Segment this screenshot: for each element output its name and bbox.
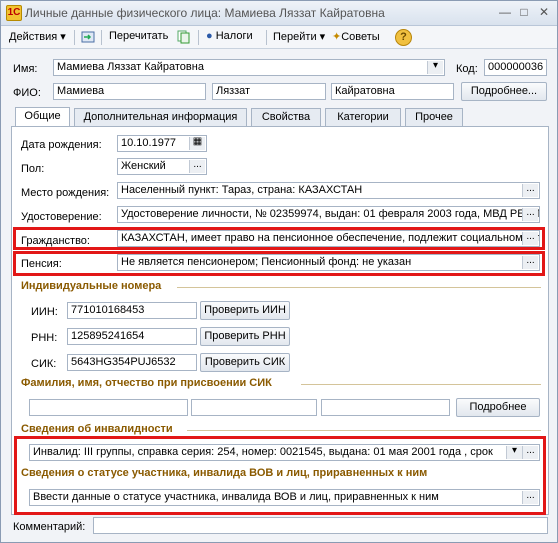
actions-menu[interactable]: Действия ▾ [9,30,66,43]
main-window: 1C Личные данные физического лица: Мамие… [0,0,558,543]
name-field[interactable]: Мамиева Ляззат Кайратовна ▾ [53,59,445,76]
citizenship-highlight [13,227,545,250]
tab-properties[interactable]: Свойства [251,108,321,126]
id-doc-value: Удостоверение личности, № 02359974, выда… [121,208,539,220]
birth-date-label: Дата рождения: [21,139,102,151]
sik-first-name-field[interactable] [191,399,317,416]
surname-field[interactable]: Мамиева [53,83,206,100]
birthplace-value: Населенный пункт: Тараз, страна: КАЗАХСТ… [121,184,363,196]
goto-label: Перейти [273,31,317,43]
disability-title: Сведения об инвалидности [21,423,173,435]
sik-patronymic-field[interactable] [321,399,450,416]
reread-button[interactable]: Перечитать [109,30,168,42]
taxes-label: Налоги [215,30,253,42]
sik-name-title: Фамилия, имя, отчество при присвоении СИ… [21,377,272,389]
patronymic-field[interactable]: Кайратовна [331,83,454,100]
rnn-label: РНН: [31,332,58,344]
birth-date-field[interactable]: 10.10.1977 ▦ [117,135,207,152]
chevron-down-icon: ▾ [319,31,326,43]
dropdown-arrow-icon[interactable]: ▾ [427,61,443,74]
disability-veteran-highlight [14,436,546,515]
copy-button[interactable] [177,30,191,44]
iin-field[interactable]: 771010168453 [67,302,197,319]
rnn-field[interactable]: 125895241654 [67,328,197,345]
section-divider [187,430,541,431]
tips-label: Советы [341,31,380,43]
select-dots-icon[interactable]: ... [522,184,538,197]
calendar-icon[interactable]: ▦ [189,137,205,150]
gender-field[interactable]: Женский... [117,158,207,175]
tab-other[interactable]: Прочее [405,108,463,126]
sik-more-button[interactable]: Подробнее [456,398,540,417]
code-label: Код: [456,63,478,75]
tips-button[interactable]: ✦Советы [332,30,380,43]
check-rnn-button[interactable]: Проверить РНН [200,327,290,346]
iin-label: ИИН: [31,306,58,318]
navigation-icon [81,31,95,43]
maximize-button[interactable]: □ [516,5,532,20]
name-label: Имя: [13,63,38,75]
actions-label: Действия [9,31,58,43]
individual-numbers-title: Индивидуальные номера [21,280,162,292]
comment-field[interactable] [93,517,548,534]
goto-menu[interactable]: Перейти ▾ [273,30,325,43]
tab-general[interactable]: Общие [15,107,70,127]
taxes-icon: ● [206,30,213,42]
header-more-button[interactable]: Подробнее... [461,82,547,101]
tab-categories[interactable]: Категории [325,108,401,126]
check-sik-button[interactable]: Проверить СИК [200,353,290,372]
section-divider [177,287,541,288]
toolbar: Действия ▾ Перечитать ● Налоги Перейти ▾… [1,26,557,49]
toolbar-separator [101,30,102,45]
id-doc-label: Удостоверение: [21,211,102,223]
navigation-button[interactable] [81,30,95,44]
sik-field[interactable]: 5643HG354PUJ6532 [67,354,197,371]
taxes-button[interactable]: ● Налоги [206,30,253,42]
birthplace-label: Место рождения: [21,187,110,199]
toolbar-separator [74,30,75,45]
birth-date-value: 10.10.1977 [121,137,177,149]
pension-highlight [13,251,545,276]
window-title: Личные данные физического лица: Мамиева … [25,6,385,20]
toolbar-separator [198,30,199,45]
gender-label: Пол: [21,163,45,175]
tab-additional-info[interactable]: Дополнительная информация [74,108,247,126]
title-bar: 1C Личные данные физического лица: Мамие… [1,1,557,26]
check-iin-button[interactable]: Проверить ИИН [200,301,290,320]
help-icon[interactable]: ? [395,29,412,46]
close-button[interactable]: ✕ [536,5,552,20]
name-value: Мамиева Ляззат Кайратовна [57,61,204,73]
sik-label: СИК: [31,358,57,370]
app-logo-icon: 1C [6,5,22,21]
tips-icon: ✦ [332,31,342,43]
select-dots-icon[interactable]: ... [522,208,538,221]
first-name-field[interactable]: Ляззат [212,83,326,100]
toolbar-separator [266,30,267,45]
select-dots-icon[interactable]: ... [189,160,205,173]
code-field[interactable]: 000000036 [484,59,547,76]
gender-value: Женский [121,160,166,172]
birthplace-field[interactable]: Населенный пункт: Тараз, страна: КАЗАХСТ… [117,182,540,199]
copy-icon [177,30,190,44]
comment-label: Комментарий: [13,521,86,533]
chevron-down-icon: ▾ [60,31,66,43]
fio-label: ФИО: [13,87,41,99]
minimize-button[interactable]: — [497,5,513,20]
sik-surname-field[interactable] [29,399,188,416]
id-doc-field[interactable]: Удостоверение личности, № 02359974, выда… [117,206,540,223]
section-divider [301,384,541,385]
